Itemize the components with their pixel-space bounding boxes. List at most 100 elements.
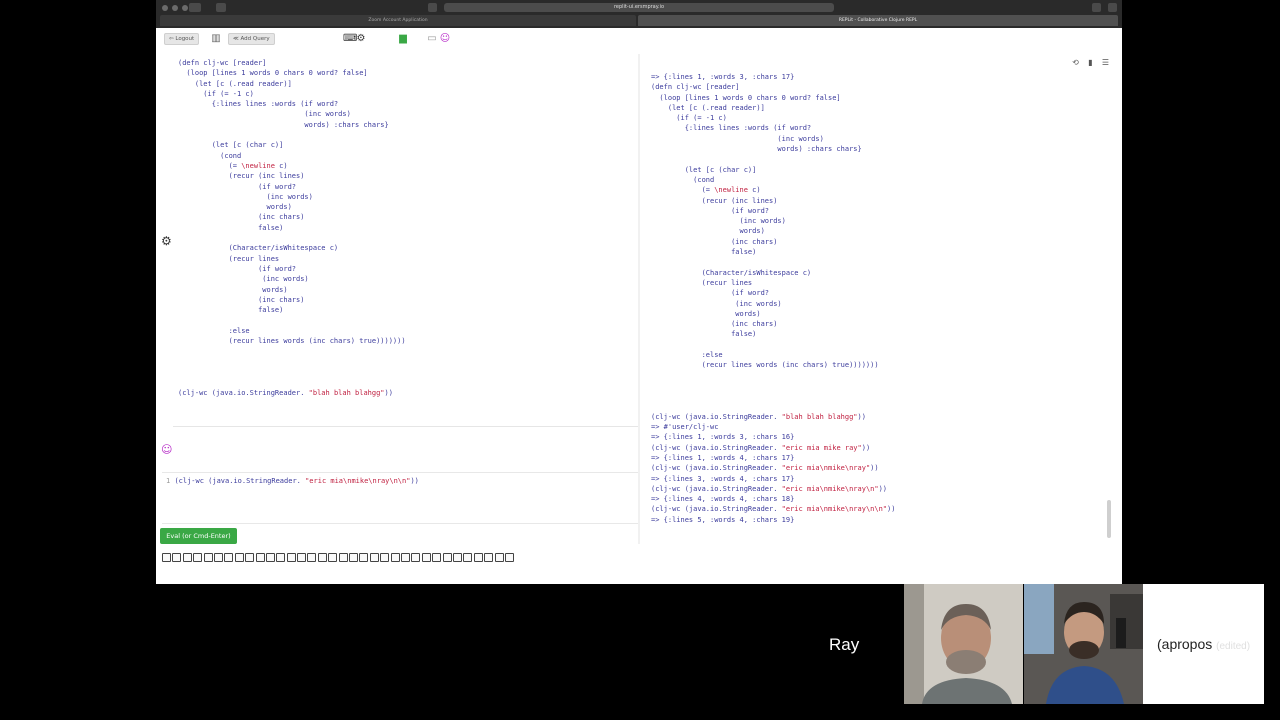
output-line: (inc words) <box>651 134 824 143</box>
save-icon[interactable]: ▆ <box>397 33 409 45</box>
output-line: (let [c (char c)] <box>651 165 757 174</box>
speaker-name: Ray <box>829 635 860 654</box>
toolbar-strip-icon[interactable] <box>349 553 359 562</box>
minimize-window-icon[interactable] <box>172 5 178 11</box>
toolbar-strip-icon[interactable] <box>369 553 379 562</box>
output-line: (clj-wc (java.io.StringReader. "eric mia… <box>651 464 879 473</box>
close-window-icon[interactable] <box>162 5 168 11</box>
shared-text-preview: (apropos (edited) <box>1157 636 1250 652</box>
output-line: (inc chars) <box>651 237 778 246</box>
output-line: :else <box>651 351 723 360</box>
participant-1-video <box>904 584 1023 704</box>
toolbar-strip-icon[interactable] <box>421 553 431 562</box>
panel-icon[interactable]: ▭ <box>426 33 438 45</box>
toolbar-strip-icon[interactable] <box>162 553 171 562</box>
toolbar-strip-icon[interactable] <box>203 553 213 562</box>
editor-line: (loop [lines 1 words 0 chars 0 word? fal… <box>178 69 368 78</box>
toolbar-strip-icon[interactable] <box>286 553 296 562</box>
toolbar-strip-icon[interactable] <box>390 553 400 562</box>
browser-window: replit-ui.ersmpray.io Zoom Account Appli… <box>156 0 1122 584</box>
toolbar-strip-icon[interactable] <box>276 553 286 562</box>
editor-line: false) <box>178 223 284 232</box>
toolbar-strip-icon[interactable] <box>224 553 234 562</box>
logout-button[interactable]: ⇦ Logout <box>164 33 200 45</box>
toolbar-strip-icon[interactable] <box>504 553 514 562</box>
output-line: (= \newline c) <box>651 186 761 195</box>
toolbar-strip-icon[interactable] <box>452 553 462 562</box>
gear-icon[interactable]: ⚙ <box>161 234 172 248</box>
editor-line: (recur lines <box>178 254 280 263</box>
back-button[interactable] <box>189 3 201 12</box>
toolbar-strip-icon[interactable] <box>380 553 390 562</box>
editor-code[interactable]: (defn clj-wc [reader] (loop [lines 1 wor… <box>178 58 406 398</box>
output-line: (clj-wc (java.io.StringReader. "eric mia… <box>651 505 896 514</box>
smiley-face-icon[interactable]: ☺ <box>161 443 172 456</box>
layout-icon[interactable]: ▥ <box>210 33 222 45</box>
eval-button[interactable]: Eval (or Cmd-Enter) <box>160 528 237 544</box>
settings-gear-icon[interactable]: ⚙ <box>355 33 367 45</box>
toolbar-strip-icon[interactable] <box>317 553 327 562</box>
repl-output: => {:lines 1, :words 3, :chars 17} (defn … <box>650 58 1105 538</box>
keyboard-icon[interactable]: ⌨ <box>343 33 357 45</box>
toolbar-strip-icon[interactable] <box>193 553 203 562</box>
add-query-button[interactable]: ≪ Add Query <box>228 33 275 45</box>
editor-line: {:lines lines :words (if word? <box>178 100 339 109</box>
toolbar-strip-icon[interactable] <box>255 553 265 562</box>
editor-divider <box>173 426 639 427</box>
editor-line: (inc words) <box>178 275 309 284</box>
output-line: false) <box>651 330 757 339</box>
toolbar-strip-icon[interactable] <box>400 553 410 562</box>
output-line: (inc words) <box>651 217 786 226</box>
toolbar-strip-icon[interactable] <box>245 553 255 562</box>
share-icon[interactable] <box>1092 3 1101 12</box>
output-line: {:lines lines :words (if word? <box>651 124 812 133</box>
toolbar-strip-icon[interactable] <box>297 553 307 562</box>
editor-line: (if word? <box>178 182 297 191</box>
browser-tab-active[interactable]: REPLit - Collaborative Clojure REPL <box>638 15 1118 26</box>
toolbar-strip-icon[interactable] <box>338 553 348 562</box>
toolbar-strip-icon[interactable] <box>473 553 483 562</box>
toolbar-strip-icon[interactable] <box>442 553 452 562</box>
code-editor[interactable]: (defn clj-wc [reader] (loop [lines 1 wor… <box>176 58 638 426</box>
smiley-icon[interactable]: ☺ <box>439 33 451 45</box>
toolbar-strip-icon[interactable] <box>328 553 338 562</box>
participant-2-video <box>1024 584 1143 704</box>
toolbar-strip-icon[interactable] <box>213 553 223 562</box>
repl-input[interactable]: 1 (clj-wc (java.io.StringReader. "eric m… <box>166 476 419 486</box>
toolbar-strip-icon[interactable] <box>182 553 192 562</box>
output-line: (recur lines <box>651 278 753 287</box>
toolbar-strip-icon[interactable] <box>265 553 275 562</box>
output-line: => {:lines 1, :words 3, :chars 17} <box>651 73 795 81</box>
privacy-icon[interactable] <box>428 3 437 12</box>
video-tile-participant-1 <box>904 584 1023 704</box>
toolbar-strip-icon[interactable] <box>234 553 244 562</box>
output-line: (let [c (.read reader)] <box>651 103 765 112</box>
editor-line: (let [c (char c)] <box>178 141 284 150</box>
editor-line: (let [c (.read reader)] <box>178 79 292 88</box>
output-line: (Character/isWhitespace c) <box>651 268 812 277</box>
browser-tab[interactable]: Zoom Account Application <box>160 15 636 26</box>
output-line: words) :chars chars} <box>651 145 862 154</box>
repl-input-text[interactable]: (clj-wc (java.io.StringReader. "eric mia… <box>174 477 418 485</box>
toolbar-strip-icon[interactable] <box>432 553 442 562</box>
tabs-overview-icon[interactable] <box>1108 3 1117 12</box>
zoom-window-icon[interactable] <box>182 5 188 11</box>
address-bar[interactable]: replit-ui.ersmpray.io <box>444 3 834 12</box>
output-line: (clj-wc (java.io.StringReader. "eric mia… <box>651 443 871 452</box>
browser-titlebar: replit-ui.ersmpray.io Zoom Account Appli… <box>156 0 1122 28</box>
sidebar-toggle-button[interactable] <box>216 3 226 12</box>
toolbar-strip-icon[interactable] <box>494 553 504 562</box>
toolbar-strip-icon[interactable] <box>172 553 182 562</box>
toolbar-strip-icon[interactable] <box>359 553 369 562</box>
toolbar-strip-icon[interactable] <box>463 553 473 562</box>
toolbar-strip-icon[interactable] <box>411 553 421 562</box>
pane-splitter[interactable] <box>638 54 640 544</box>
output-scrollbar[interactable] <box>1107 500 1111 538</box>
toolbar-strip-icon[interactable] <box>307 553 317 562</box>
toolbar-strip-icon[interactable] <box>484 553 494 562</box>
